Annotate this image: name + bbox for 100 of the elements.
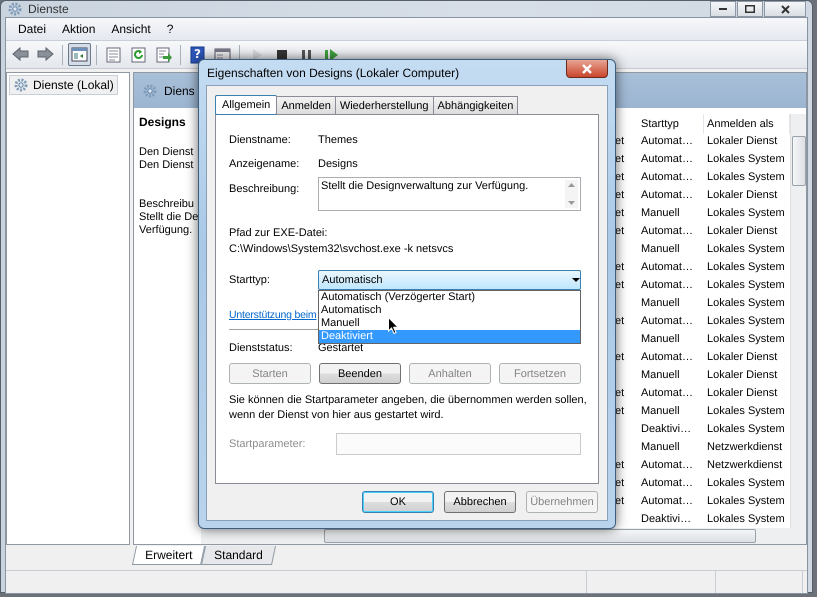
field-label: Beschreibung: (229, 183, 300, 195)
tab[interactable]: Wiederherstellung (334, 96, 434, 114)
minimize-button[interactable] (710, 1, 736, 17)
detail-text: Den Dienst (139, 146, 194, 159)
table-cell-text: Lokaler Dienst (706, 386, 778, 401)
dropdown-option[interactable]: Automatisch (Verzögerter Start) (319, 291, 580, 304)
view-tab[interactable]: Erweitert (132, 546, 206, 565)
service-button[interactable]: Beenden (319, 363, 401, 384)
help-link[interactable]: Unterstützung beim (229, 309, 316, 321)
mouse-pointer-icon (388, 317, 399, 334)
table-cell-text: Automat… (640, 476, 694, 491)
table-cell-text: Automat… (640, 350, 694, 365)
menu-item[interactable]: Aktion (54, 22, 104, 36)
table-cell-text: Lokales System (706, 314, 786, 329)
table-cell-text: Manuell (640, 368, 681, 383)
table-cell-text: Lokaler Dienst (706, 350, 778, 365)
window-title: Dienste (28, 2, 69, 16)
table-cell-text: Manuell (640, 332, 681, 347)
description-text: Verfügung. (139, 224, 194, 237)
table-cell-text: Automat… (640, 386, 694, 401)
dropdown-option[interactable]: Automatisch (319, 304, 580, 317)
dialog-button[interactable]: Abbrechen (444, 491, 516, 513)
down-arrow-icon (568, 201, 575, 205)
dialog-title: Eigenschaften von Designs (Lokaler Computer) (206, 66, 460, 80)
table-cell-text: Automat… (640, 458, 694, 473)
table-cell-text: Lokales System (706, 242, 786, 257)
table-cell-text: Lokales System (706, 422, 786, 437)
table-cell-text: Netzwerkdienst (706, 458, 784, 473)
startup-type-dropdown[interactable]: Automatisch (318, 270, 581, 290)
table-cell-text: Automat… (640, 494, 694, 509)
column-header[interactable]: Starttyp (638, 114, 704, 134)
table-cell-text: Lokales System (706, 404, 786, 419)
close-button[interactable] (764, 1, 806, 17)
status-value: Gestartet (318, 342, 364, 354)
menu-item[interactable]: Datei (10, 22, 54, 36)
table-cell-text: Lokaler Dienst (706, 188, 778, 203)
maximize-button[interactable] (737, 1, 763, 17)
description-text: Beschreibu (139, 198, 196, 211)
up-arrow-icon (568, 183, 575, 187)
tab[interactable]: Anmelden (276, 96, 336, 114)
scrollbar-thumb[interactable] (792, 136, 806, 186)
table-cell-text: Lokales System (706, 206, 786, 221)
view-tab[interactable]: Standard (201, 546, 276, 565)
maximize-icon (745, 5, 755, 13)
description-text: Stellt die De (139, 211, 200, 224)
vertical-scrollbar[interactable] (790, 114, 806, 528)
gear-icon (142, 82, 158, 98)
table-cell-text: Automat… (640, 260, 694, 275)
close-icon (581, 64, 593, 74)
horizontal-scrollbar[interactable] (201, 528, 806, 544)
path-text: C:\Windows\System32\svchost.exe -k netsvcs (229, 243, 454, 255)
table-cell-text: Manuell (640, 296, 681, 311)
caret-icon (572, 278, 580, 282)
table-cell-text: Manuell (640, 440, 681, 455)
table-cell-text: Lokales System (706, 512, 786, 527)
table-cell-text: Automat… (640, 278, 694, 293)
table-cell-text: Automat… (640, 314, 694, 329)
tree-item[interactable]: Dienste (Lokal) (9, 75, 118, 95)
table-cell-text: Automat… (640, 224, 694, 239)
service-name: Designs (139, 116, 187, 129)
field-label: Dienstname: (229, 134, 292, 146)
table-cell-text: Lokales System (706, 296, 786, 311)
description-box[interactable]: Stellt die Designverwaltung zur Verfügung. (318, 177, 581, 211)
field-label: Starttyp: (229, 274, 271, 286)
tab[interactable]: Allgemein (215, 95, 278, 115)
table-cell-text: Lokales System (706, 278, 786, 293)
table-cell-text: Lokaler Dienst (706, 368, 778, 383)
dropdown-option[interactable]: Manuell (319, 317, 580, 330)
table-cell-text: Manuell (640, 242, 681, 257)
field-value: Designs (318, 158, 358, 170)
menu-item[interactable]: ? (158, 22, 182, 36)
table-cell-text: Lokaler Dienst (706, 224, 778, 239)
minimize-icon (719, 8, 727, 10)
table-cell-text: Automat… (640, 188, 694, 203)
toolbar-button[interactable]: ? (186, 43, 209, 66)
pane-title: Diens (164, 84, 195, 98)
table-cell-text: Manuell (640, 206, 681, 221)
menu-item[interactable]: Ansicht (103, 22, 159, 36)
table-cell-text: Deaktivi… (640, 512, 692, 527)
hint-text: Sie können die Startparameter angeben, die übernommen werden sollen, wenn der Dienst von hier aus gestartet wird. (229, 393, 588, 423)
table-cell-text: Lokales System (706, 332, 786, 347)
table-cell-text: Lokales System (706, 170, 786, 185)
close-button[interactable] (566, 60, 608, 78)
field-value: Themes (318, 134, 358, 146)
gear-icon (7, 1, 23, 17)
table-cell-text: Manuell (640, 404, 681, 419)
tab[interactable]: Abhängigkeiten (432, 96, 518, 114)
table-cell-text: Netzwerkdienst (706, 440, 784, 455)
field-label: Anzeigename: (229, 158, 300, 170)
dialog-button[interactable]: OK (362, 491, 434, 513)
table-cell-text: Lokales System (706, 494, 786, 509)
scrollbar-thumb[interactable] (324, 529, 756, 543)
close-icon (780, 4, 790, 14)
table-cell-text: Lokales System (706, 152, 786, 167)
gear-icon (13, 77, 29, 93)
table-cell-text: Lokaler Dienst (706, 134, 778, 149)
table-cell-text: Automat… (640, 152, 694, 167)
table-cell-text: Automat… (640, 170, 694, 185)
table-cell-text: Lokales System (706, 476, 786, 491)
scrollbar[interactable] (565, 180, 578, 208)
